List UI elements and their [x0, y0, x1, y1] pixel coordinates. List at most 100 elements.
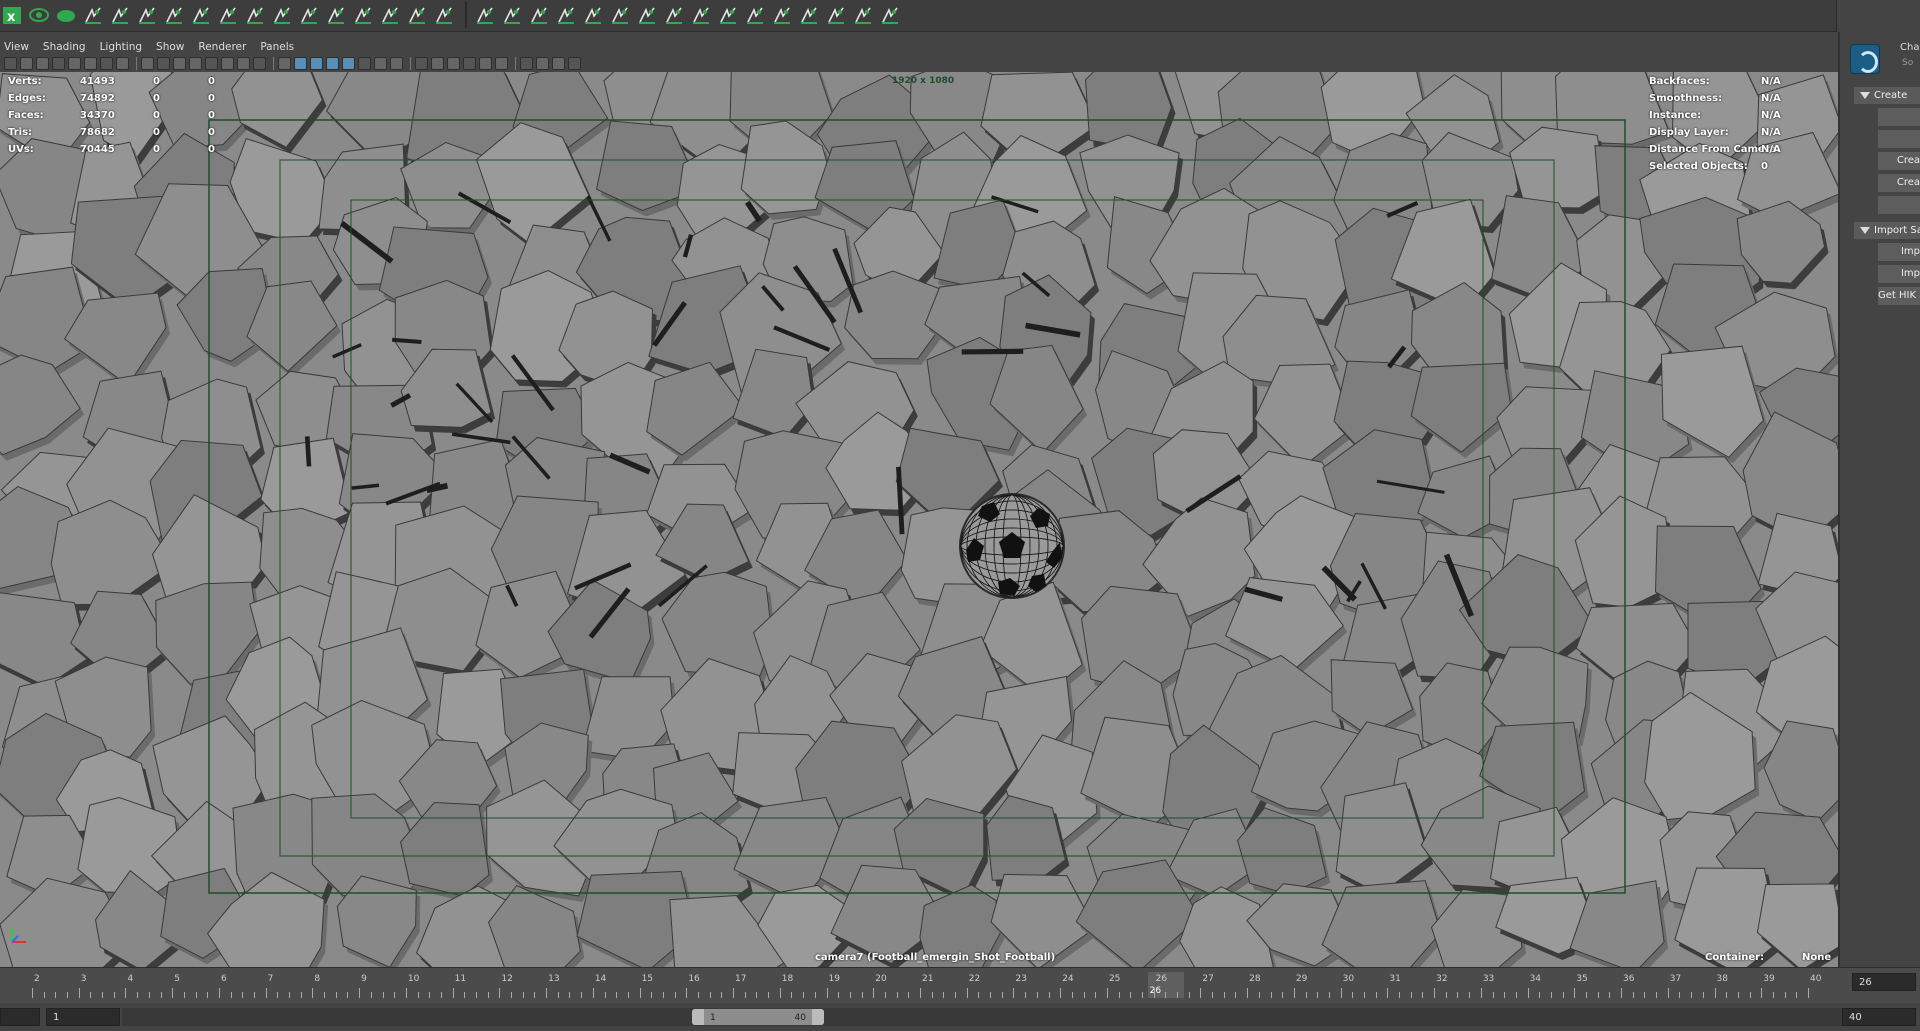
blob-icon[interactable]: [54, 2, 78, 28]
brush-icon[interactable]: [297, 2, 321, 28]
viewport-tool-icon[interactable]: [205, 57, 218, 70]
range-handle-end-cap[interactable]: [812, 1009, 824, 1025]
viewport-tool-icon[interactable]: [189, 57, 202, 70]
create-button-1[interactable]: [1878, 108, 1920, 126]
weight-add-icon[interactable]: [527, 2, 551, 28]
weight-tool-icon[interactable]: [581, 2, 605, 28]
viewport-tool-icon[interactable]: [68, 57, 81, 70]
create-button-2[interactable]: [1878, 130, 1920, 148]
viewport-tool-icon[interactable]: [520, 57, 533, 70]
import-button-2[interactable]: Imp: [1878, 265, 1920, 283]
ik-handle-icon[interactable]: [108, 2, 132, 28]
viewport-tool-icon[interactable]: [141, 57, 154, 70]
skin-icon[interactable]: [270, 2, 294, 28]
paint-weights-icon[interactable]: [500, 2, 524, 28]
viewport-tool-icon[interactable]: [253, 57, 266, 70]
viewport-tool-icon[interactable]: [431, 57, 444, 70]
scene-start-field[interactable]: [0, 1008, 40, 1026]
create-button-4[interactable]: Crea: [1878, 174, 1920, 192]
viewport-tool-icon[interactable]: [326, 57, 339, 70]
viewport-tool-icon[interactable]: [116, 57, 129, 70]
timeline-minor-tick: [476, 992, 477, 998]
viewport-tool-icon[interactable]: [84, 57, 97, 70]
current-frame-field[interactable]: 26: [1852, 973, 1916, 991]
cluster-icon[interactable]: [189, 2, 213, 28]
joint-tool-icon[interactable]: [135, 2, 159, 28]
cage-icon[interactable]: [824, 2, 848, 28]
ik-spline-icon[interactable]: [351, 2, 375, 28]
viewport-tool-icon[interactable]: [20, 57, 33, 70]
viewport-tool-icon[interactable]: [415, 57, 428, 70]
timeline-tick-label: 38: [1716, 974, 1728, 984]
viewport-tool-icon[interactable]: [568, 57, 581, 70]
curve-icon[interactable]: [324, 2, 348, 28]
wrap-icon[interactable]: [797, 2, 821, 28]
timeline-minor-tick: [1223, 992, 1225, 998]
smooth-weights-icon[interactable]: [662, 2, 686, 28]
menu-shading[interactable]: Shading: [43, 41, 86, 53]
menu-lighting[interactable]: Lighting: [100, 41, 142, 53]
joint-icon[interactable]: [81, 2, 105, 28]
menu-panels[interactable]: Panels: [260, 41, 294, 53]
character-controls-panel: Chara So Create Crea Crea Import Sam Imp…: [1838, 32, 1920, 967]
viewport-tool-icon[interactable]: [536, 57, 549, 70]
paint-icon[interactable]: [743, 2, 767, 28]
viewport-tool-icon[interactable]: [390, 57, 403, 70]
copy-weights-icon[interactable]: [635, 2, 659, 28]
range-bar[interactable]: [122, 1008, 1842, 1026]
timeline-minor-tick: [289, 992, 291, 998]
viewport-tool-icon[interactable]: [479, 57, 492, 70]
hair-icon[interactable]: [216, 2, 240, 28]
eye-icon[interactable]: [27, 2, 51, 28]
locator-icon[interactable]: [162, 2, 186, 28]
bone-add-icon[interactable]: [473, 2, 497, 28]
viewport-tool-icon[interactable]: [221, 57, 234, 70]
deformer-icon[interactable]: [405, 2, 429, 28]
menu-renderer[interactable]: Renderer: [198, 41, 246, 53]
viewport-tool-icon[interactable]: [552, 57, 565, 70]
playback-end-field[interactable]: 40: [1842, 1008, 1916, 1026]
hammer-weights-icon[interactable]: [716, 2, 740, 28]
weight-tool-icon[interactable]: [554, 2, 578, 28]
create-button-5[interactable]: [1878, 196, 1920, 214]
bar-chart-icon[interactable]: [432, 2, 456, 28]
excel-icon[interactable]: x: [0, 2, 24, 28]
menu-show[interactable]: Show: [156, 41, 184, 53]
viewport-tool-icon[interactable]: [278, 57, 291, 70]
create-button-3[interactable]: Crea: [1878, 152, 1920, 170]
viewport-tool-icon[interactable]: [358, 57, 371, 70]
viewport-tool-icon[interactable]: [374, 57, 387, 70]
viewport-tool-icon[interactable]: [310, 57, 323, 70]
section-create[interactable]: Create: [1854, 87, 1920, 104]
viewport-tool-icon[interactable]: [100, 57, 113, 70]
3d-viewport[interactable]: Verts: 41493 0 0 Edges: 74892 0 0 Faces:…: [0, 72, 1838, 967]
viewport-tool-icon[interactable]: [342, 57, 355, 70]
time-slider[interactable]: 26 2 3 4 5 6 7 8 9 10 11 12 13 14 15 16 17 18 19 20 21 22 23 24…: [0, 967, 1920, 1003]
viewport-tool-icon[interactable]: [52, 57, 65, 70]
mirror-weights-icon[interactable]: [608, 2, 632, 28]
spline-icon[interactable]: [378, 2, 402, 28]
menu-view[interactable]: View: [4, 41, 29, 53]
viewport-tool-icon[interactable]: [495, 57, 508, 70]
viewport-tool-icon[interactable]: [237, 57, 250, 70]
time-ruler[interactable]: 26 2 3 4 5 6 7 8 9 10 11 12 13 14 15 16 17 18 19 20 21 22 23 24…: [0, 972, 1848, 998]
playback-start-field[interactable]: 1: [46, 1008, 120, 1026]
viewport-tool-icon[interactable]: [463, 57, 476, 70]
range-handle-start-cap[interactable]: [692, 1009, 704, 1025]
viewport-tool-icon[interactable]: [447, 57, 460, 70]
sculpt-icon[interactable]: [878, 2, 902, 28]
viewport-tool-icon[interactable]: [294, 57, 307, 70]
import-button-1[interactable]: Imp: [1878, 243, 1920, 261]
get-hik-button[interactable]: Get HIK a: [1878, 287, 1920, 305]
layers-icon[interactable]: [243, 2, 267, 28]
viewport-tool-icon[interactable]: [157, 57, 170, 70]
viewport-tool-icon[interactable]: [4, 57, 17, 70]
range-handle[interactable]: 1 40: [692, 1009, 824, 1025]
section-import-samples[interactable]: Import Sam: [1854, 222, 1920, 239]
viewport-tool-icon[interactable]: [173, 57, 186, 70]
viewport-tool-icon[interactable]: [36, 57, 49, 70]
blend-icon[interactable]: [770, 2, 794, 28]
spark-icon[interactable]: [851, 2, 875, 28]
timeline-minor-tick: [931, 992, 933, 998]
prune-weights-icon[interactable]: [689, 2, 713, 28]
